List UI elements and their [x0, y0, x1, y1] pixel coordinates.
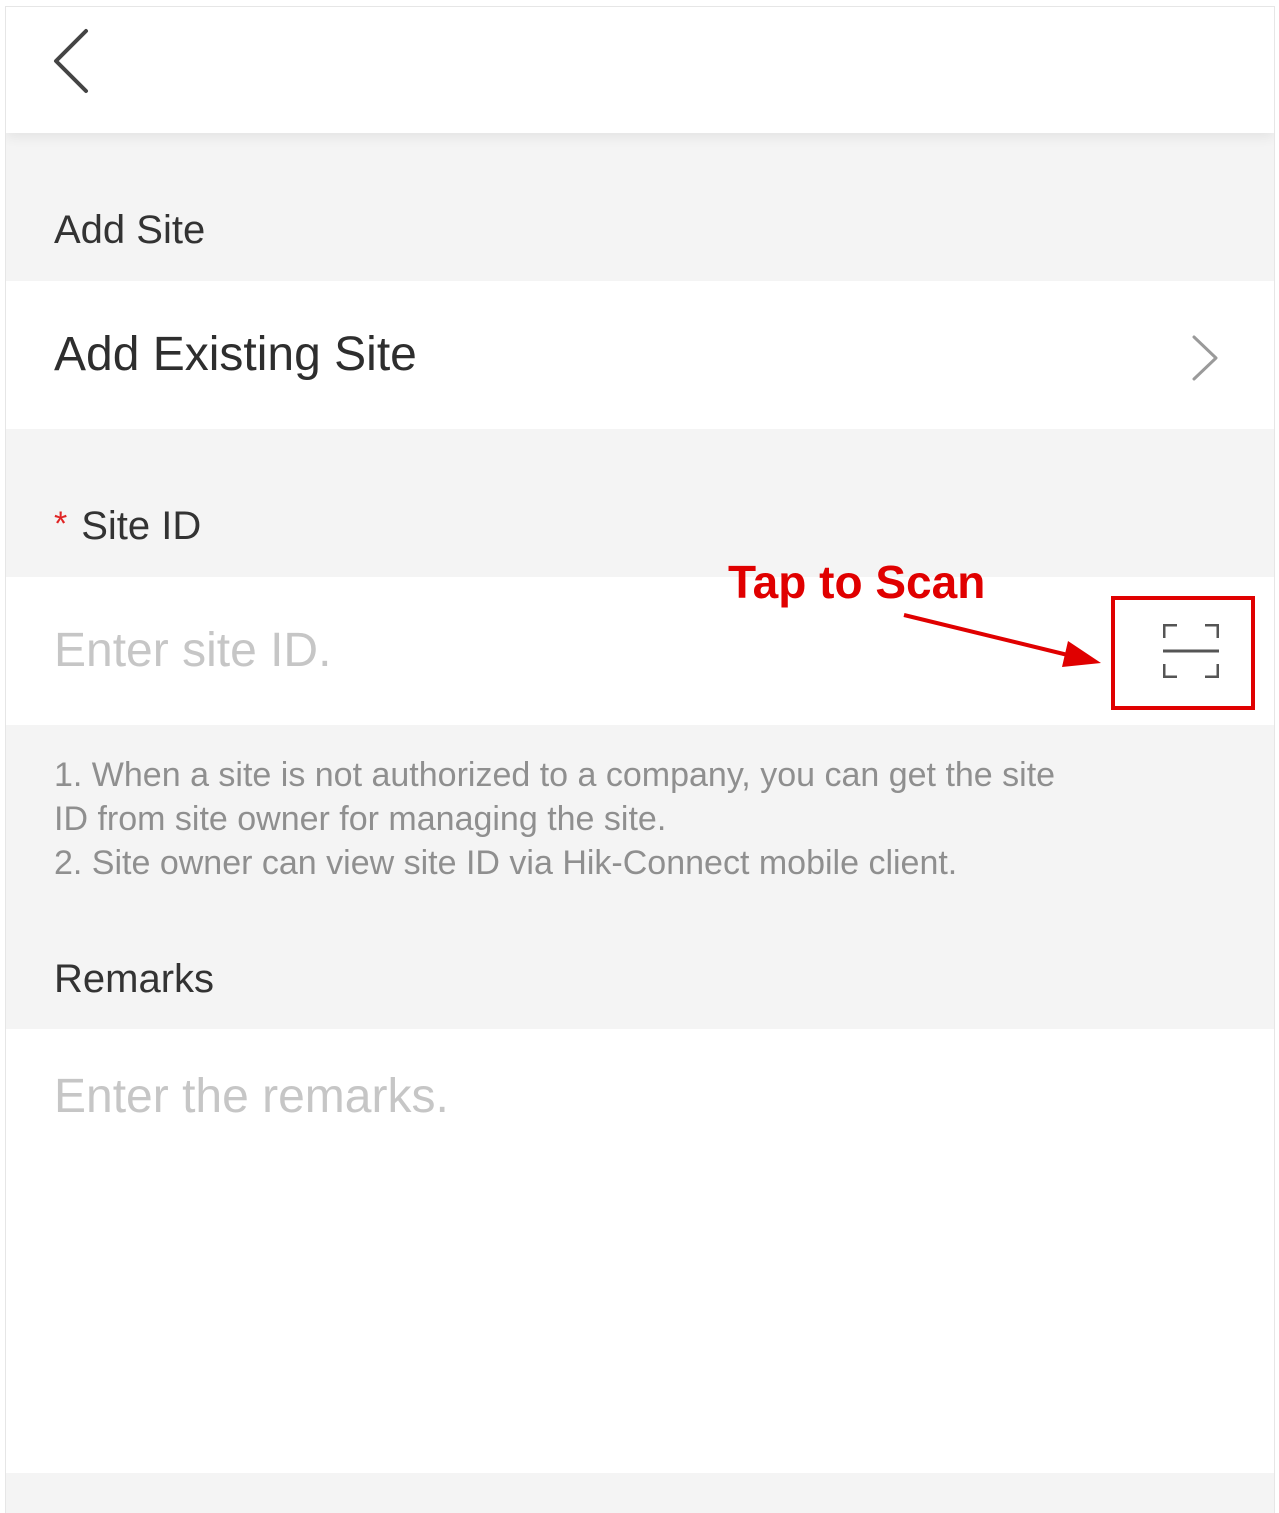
site-id-label: Site ID — [81, 504, 202, 548]
site-id-label-row: * Site ID — [54, 504, 201, 549]
annotation-highlight-box — [1111, 596, 1255, 710]
hint-line: 1. When a site is not authorized to a co… — [54, 756, 1056, 794]
annotation-text: Tap to Scan — [728, 556, 986, 608]
add-existing-site-label: Add Existing Site — [54, 328, 417, 381]
top-navigation-bar — [6, 7, 1274, 133]
site-id-input[interactable]: Enter site ID. — [54, 623, 331, 678]
annotation-arrow-icon — [903, 613, 1101, 667]
hint-line: 2. Site owner can view site ID via Hik-C… — [54, 844, 958, 882]
chevron-right-icon — [1192, 335, 1218, 381]
back-button[interactable] — [42, 25, 102, 97]
screen: Add Site Add Existing Site * Site ID Ente… — [5, 6, 1275, 1513]
hint-line: ID from site owner for managing the site… — [54, 800, 667, 838]
add-existing-site-row[interactable]: Add Existing Site — [6, 281, 1274, 429]
remarks-input-area[interactable]: Enter the remarks. — [6, 1029, 1274, 1473]
chevron-left-icon — [54, 29, 88, 93]
remarks-input[interactable]: Enter the remarks. — [54, 1069, 449, 1124]
add-site-section-label: Add Site — [54, 208, 206, 252]
site-id-hint: 1. When a site is not authorized to a co… — [54, 753, 1234, 885]
remarks-label: Remarks — [54, 957, 215, 1001]
required-mark: * — [54, 505, 68, 543]
bottom-strip — [6, 1473, 1274, 1513]
